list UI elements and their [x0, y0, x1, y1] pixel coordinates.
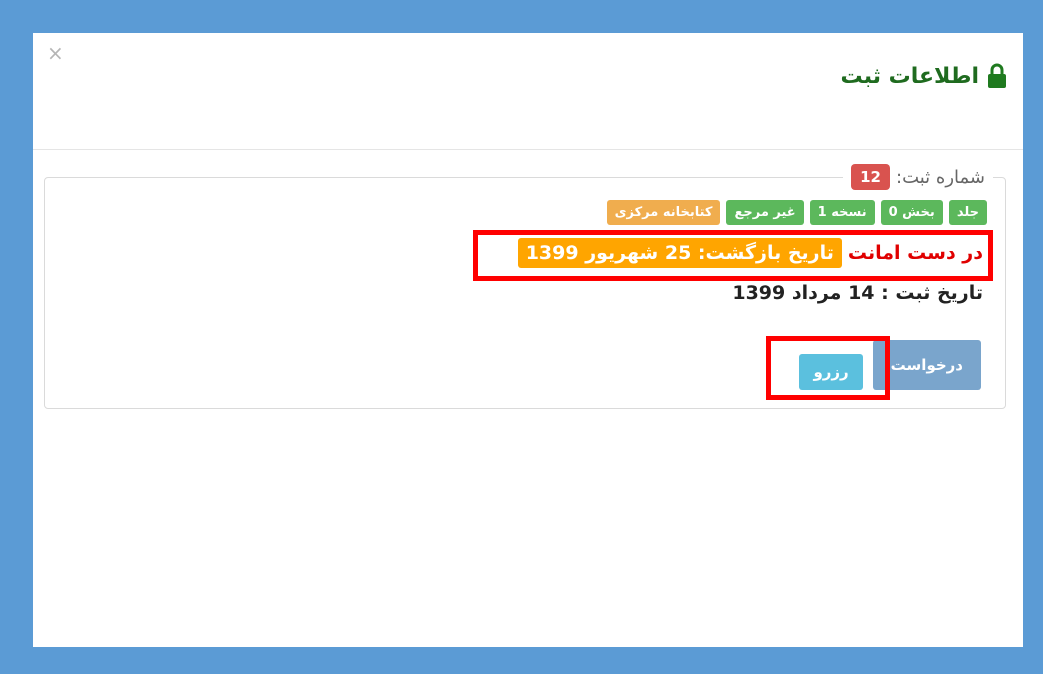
return-date: تاریخ بازگشت: 25 شهریور 1399 [517, 238, 842, 268]
record-number-badge: 12 [851, 164, 890, 190]
registration-info-modal: × اطلاعات ثبت شماره ثبت: 12 جلد بخش 0 نس… [33, 33, 1023, 647]
modal-header: × اطلاعات ثبت [33, 33, 1023, 150]
request-button[interactable]: درخواست [872, 340, 981, 390]
action-buttons: درخواست رزرو [799, 340, 981, 390]
close-icon[interactable]: × [47, 41, 64, 65]
tag-list: جلد بخش 0 نسخه 1 غیر مرجع کتابخانه مرکزی [606, 200, 987, 225]
loan-status: در دست امانت [847, 242, 983, 264]
fieldset-legend: شماره ثبت: 12 [843, 164, 993, 190]
record-fieldset: شماره ثبت: 12 جلد بخش 0 نسخه 1 غیر مرجع … [44, 164, 1006, 409]
lock-icon [987, 63, 1007, 89]
tag-volume: جلد [948, 200, 987, 225]
modal-title-wrap: اطلاعات ثبت [840, 63, 1007, 89]
loan-status-line: در دست امانت تاریخ بازگشت: 25 شهریور 139… [517, 238, 983, 268]
tag-copy: نسخه 1 [809, 200, 875, 225]
tag-section: بخش 0 [880, 200, 943, 225]
record-number-label: شماره ثبت: [896, 166, 985, 188]
reserve-button[interactable]: رزرو [799, 354, 863, 390]
tag-non-reference: غیر مرجع [726, 200, 804, 225]
modal-title: اطلاعات ثبت [840, 63, 979, 89]
registration-date: تاریخ ثبت : 14 مرداد 1399 [732, 282, 983, 304]
tag-library: کتابخانه مرکزی [606, 200, 721, 225]
